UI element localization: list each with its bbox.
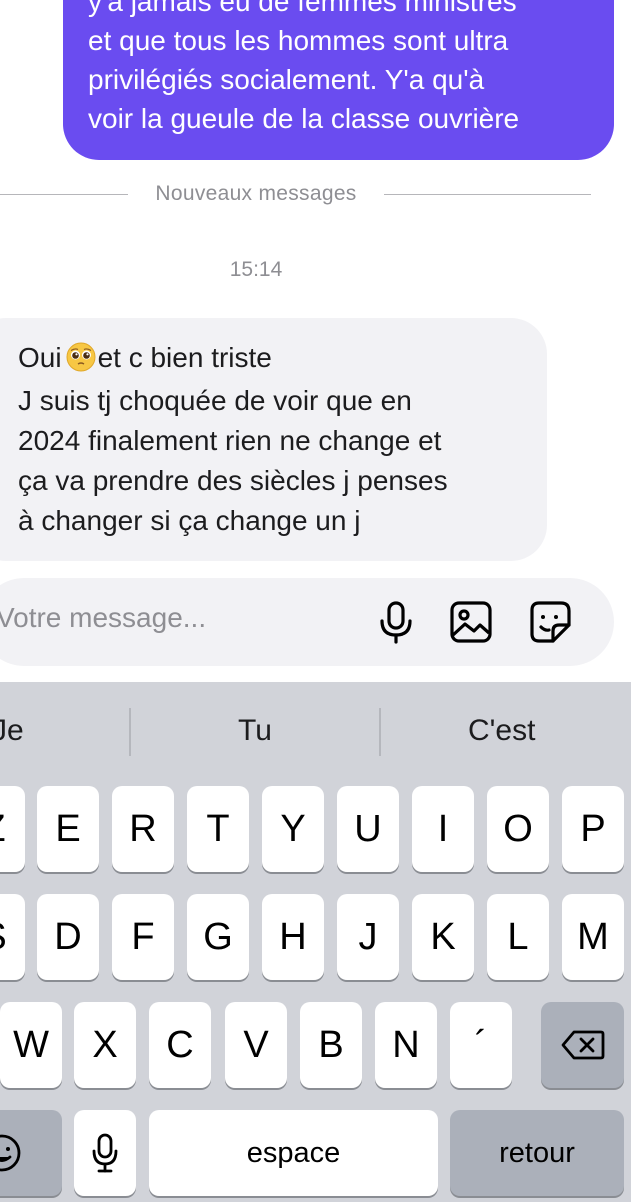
key-c[interactable]: C bbox=[149, 1002, 211, 1088]
chat-screen: y'a jamais eu de femmes ministres et que… bbox=[0, 0, 631, 1202]
dictation-key[interactable] bbox=[74, 1110, 136, 1196]
message-composer: Votre message... bbox=[0, 578, 614, 666]
incoming-message-line: ça va prendre des siècles j penses bbox=[18, 465, 448, 496]
key-e[interactable]: E bbox=[37, 786, 99, 872]
incoming-message-bubble[interactable]: Oui et c bien triste J suis tj choquée de… bbox=[0, 318, 547, 561]
incoming-message-line: J suis tj choquée de voir que en bbox=[18, 385, 412, 416]
message-input[interactable]: Votre message... bbox=[0, 602, 206, 634]
key-y[interactable]: Y bbox=[262, 786, 324, 872]
suggestion-je[interactable]: Je bbox=[0, 714, 24, 748]
key-l[interactable]: L bbox=[487, 894, 549, 980]
emoji-key[interactable] bbox=[0, 1110, 62, 1196]
suggestion-tu[interactable]: Tu bbox=[238, 714, 272, 748]
key-o[interactable]: O bbox=[487, 786, 549, 872]
suggestion-separator bbox=[129, 708, 131, 756]
outgoing-message-line: privilégiés socialement. Y'a qu'à bbox=[88, 64, 485, 95]
image-icon[interactable] bbox=[447, 598, 495, 646]
incoming-message-first-line: Oui et c bien triste bbox=[18, 338, 272, 378]
key-f[interactable]: F bbox=[112, 894, 174, 980]
incoming-message-line: à changer si ça change un j bbox=[18, 505, 361, 536]
key-g[interactable]: G bbox=[187, 894, 249, 980]
key-x[interactable]: X bbox=[74, 1002, 136, 1088]
new-messages-divider: Nouveaux messages bbox=[155, 182, 357, 205]
divider-line-right bbox=[384, 194, 591, 195]
keyboard: Je Tu C'est Z E R T Y U I O P S D F G H … bbox=[0, 682, 631, 1202]
key-m[interactable]: M bbox=[562, 894, 624, 980]
space-key[interactable]: espace bbox=[149, 1110, 438, 1196]
sticker-icon[interactable] bbox=[526, 598, 574, 646]
key-n[interactable]: N bbox=[375, 1002, 437, 1088]
outgoing-message-line: voir la gueule de la classe ouvrière bbox=[88, 103, 520, 134]
key-s[interactable]: S bbox=[0, 894, 25, 980]
key-r[interactable]: R bbox=[112, 786, 174, 872]
key-d[interactable]: D bbox=[37, 894, 99, 980]
incoming-message-text: Oui bbox=[18, 342, 62, 373]
key-k[interactable]: K bbox=[412, 894, 474, 980]
key-t[interactable]: T bbox=[187, 786, 249, 872]
key-v[interactable]: V bbox=[225, 1002, 287, 1088]
key-w[interactable]: W bbox=[0, 1002, 62, 1088]
key-u[interactable]: U bbox=[337, 786, 399, 872]
key-b[interactable]: B bbox=[300, 1002, 362, 1088]
key-h[interactable]: H bbox=[262, 894, 324, 980]
suggestion-separator bbox=[379, 708, 381, 756]
outgoing-message-line: et que tous les hommes sont ultra bbox=[88, 25, 509, 56]
incoming-message-line: 2024 finalement rien ne change et bbox=[18, 425, 442, 456]
key-z[interactable]: Z bbox=[0, 786, 25, 872]
outgoing-message-bubble[interactable]: y'a jamais eu de femmes ministres et que… bbox=[63, 0, 614, 160]
outgoing-message-line: y'a jamais eu de femmes ministres bbox=[88, 0, 517, 17]
microphone-icon[interactable] bbox=[372, 598, 420, 646]
return-key[interactable]: retour bbox=[450, 1110, 624, 1196]
key-j[interactable]: J bbox=[337, 894, 399, 980]
key-i[interactable]: I bbox=[412, 786, 474, 872]
incoming-message-text: et c bien triste bbox=[97, 342, 272, 373]
delete-key[interactable] bbox=[541, 1002, 624, 1088]
key-accent[interactable]: ´ bbox=[450, 1002, 512, 1088]
divider-line-left bbox=[0, 194, 128, 195]
pleading-face-emoji-icon bbox=[66, 342, 96, 372]
key-p[interactable]: P bbox=[562, 786, 624, 872]
message-timestamp: 15:14 bbox=[229, 258, 283, 281]
suggestion-cest[interactable]: C'est bbox=[468, 714, 535, 748]
